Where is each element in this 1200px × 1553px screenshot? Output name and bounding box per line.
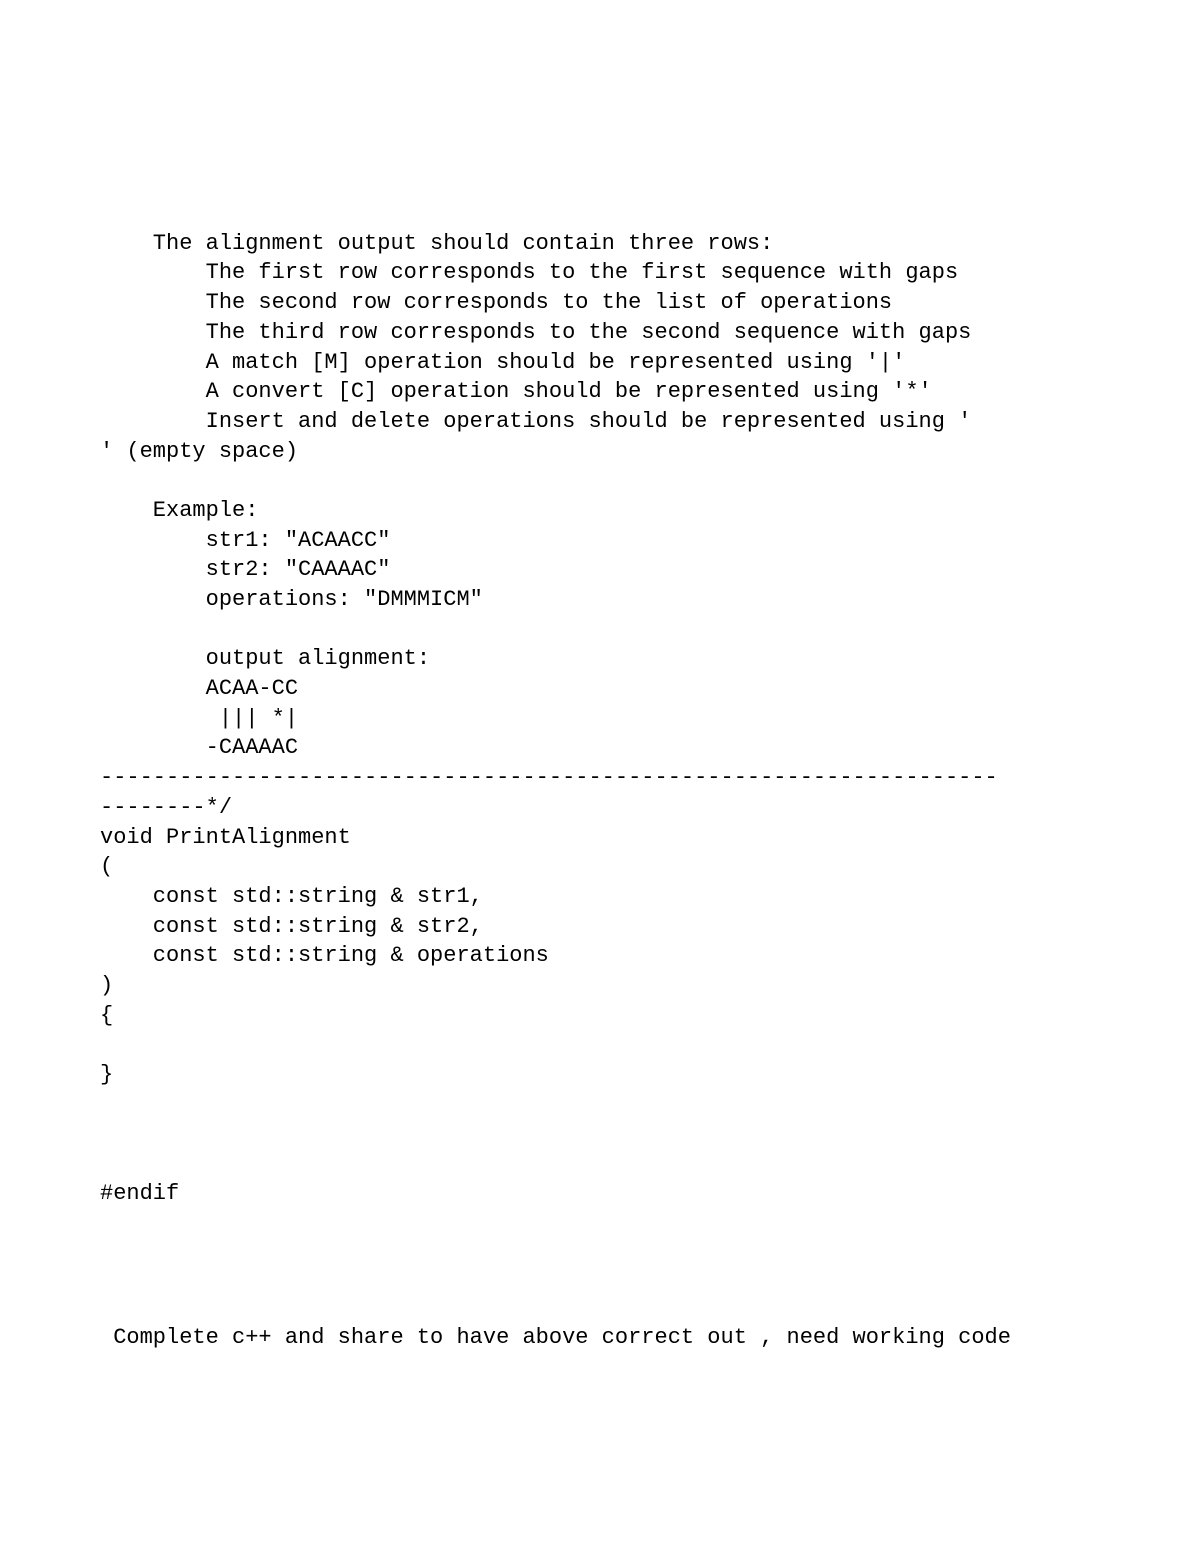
request-text: Complete c++ and share to have above cor… xyxy=(100,1323,1100,1353)
code-block: The alignment output should contain thre… xyxy=(100,229,1100,1209)
